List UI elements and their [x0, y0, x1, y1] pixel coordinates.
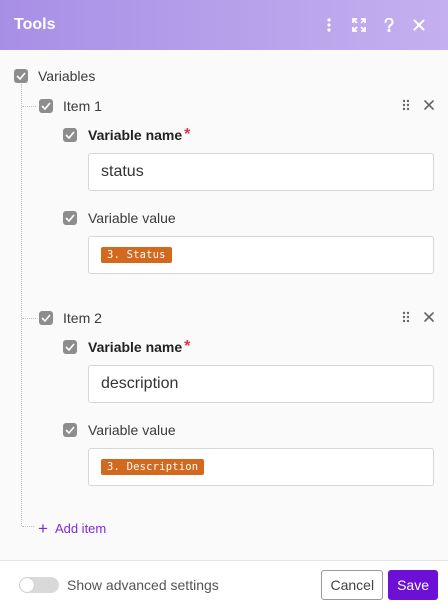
- more-vertical-icon[interactable]: [314, 10, 344, 40]
- cancel-button[interactable]: Cancel: [321, 570, 384, 600]
- variable-name-label: Variable name: [88, 127, 183, 143]
- variable-name-input[interactable]: status: [88, 153, 434, 191]
- required-marker: *: [184, 338, 191, 355]
- panel-title: Tools: [14, 16, 56, 33]
- plus-icon: +: [38, 519, 48, 538]
- variables-checkbox[interactable]: [14, 69, 28, 83]
- remove-item-icon[interactable]: [424, 100, 434, 110]
- variable-value-checkbox[interactable]: [63, 423, 77, 437]
- variable-value-label: Variable value: [88, 422, 176, 438]
- variable-value-field-label: Variable value: [63, 210, 176, 226]
- variable-name-field-label: Variable name *: [63, 126, 191, 143]
- variable-value-field-label: Variable value: [63, 422, 176, 438]
- variable-name-input[interactable]: description: [88, 365, 434, 403]
- save-button[interactable]: Save: [388, 570, 438, 600]
- mapped-value-pill[interactable]: 3. Description: [101, 459, 205, 475]
- header-actions: [314, 10, 434, 40]
- toggle-knob: [20, 578, 34, 592]
- advanced-settings-label: Show advanced settings: [67, 577, 219, 593]
- variable-name-field-label: Variable name *: [63, 338, 191, 355]
- advanced-settings-toggle[interactable]: [19, 577, 59, 593]
- panel-footer: Show advanced settings Cancel Save: [0, 560, 448, 609]
- tree-line: [21, 84, 22, 526]
- tree-branch: [22, 106, 36, 107]
- variable-value-label: Variable value: [88, 210, 176, 226]
- item-header: Item 2: [39, 310, 102, 326]
- variable-name-checkbox[interactable]: [63, 340, 77, 354]
- item-title: Item 1: [63, 98, 102, 114]
- mapped-value-pill[interactable]: 3. Status: [101, 247, 172, 263]
- panel-header: Tools: [0, 0, 448, 50]
- item-title: Item 2: [63, 310, 102, 326]
- drag-handle-icon[interactable]: [402, 311, 410, 323]
- drag-handle-icon[interactable]: [402, 99, 410, 111]
- variable-name-checkbox[interactable]: [63, 128, 77, 142]
- variable-value-input[interactable]: 3. Status: [88, 236, 434, 274]
- item-checkbox[interactable]: [39, 311, 53, 325]
- item-checkbox[interactable]: [39, 99, 53, 113]
- required-marker: *: [184, 126, 191, 143]
- add-item-button[interactable]: + Add item: [38, 520, 106, 537]
- variable-name-label: Variable name: [88, 339, 183, 355]
- add-item-label: Add item: [54, 521, 107, 536]
- item-header: Item 1: [39, 98, 102, 114]
- panel-body: Variables Item 1 Variable name * status …: [0, 50, 448, 560]
- expand-icon[interactable]: [344, 10, 374, 40]
- item-tools: [402, 311, 434, 323]
- variable-name-value: status: [101, 163, 144, 180]
- variables-header: Variables: [14, 68, 95, 84]
- close-icon[interactable]: [404, 10, 434, 40]
- tree-branch: [22, 318, 36, 319]
- item-tools: [402, 99, 434, 111]
- remove-item-icon[interactable]: [424, 312, 434, 322]
- variable-value-input[interactable]: 3. Description: [88, 448, 434, 486]
- help-icon[interactable]: [374, 10, 404, 40]
- tree-branch: [22, 526, 34, 527]
- variable-name-value: description: [101, 375, 179, 392]
- variables-label: Variables: [38, 68, 96, 84]
- variable-value-checkbox[interactable]: [63, 211, 77, 225]
